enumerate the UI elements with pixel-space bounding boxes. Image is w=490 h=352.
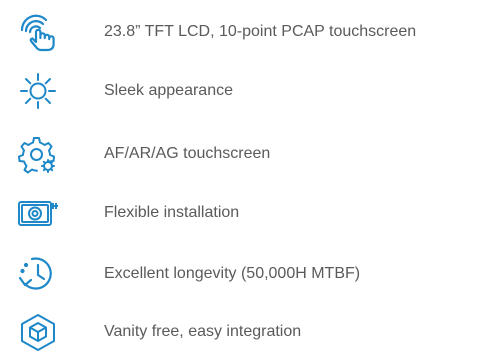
clock-refresh-icon (16, 254, 60, 294)
cube-box-icon (16, 312, 60, 352)
feature-text: Flexible installation (104, 204, 240, 221)
feature-item-integration: Vanity free, easy integration (0, 312, 490, 352)
feature-item-appearance: Sleek appearance (0, 71, 490, 111)
feature-list: 23.8” TFT LCD, 10-point PCAP touchscreen… (0, 0, 490, 351)
feature-text: Excellent longevity (50,000H MTBF) (104, 265, 361, 282)
feature-text: 23.8” TFT LCD, 10-point PCAP touchscreen (104, 23, 417, 40)
feature-text: Vanity free, easy integration (104, 323, 302, 340)
feature-text: AF/AR/AG touchscreen (104, 145, 271, 162)
touch-gesture-icon (16, 12, 60, 52)
sun-brightness-icon (16, 71, 60, 111)
feature-item-longevity: Excellent longevity (50,000H MTBF) (0, 254, 490, 294)
feature-text: Sleek appearance (104, 82, 233, 99)
feature-item-installation: Flexible installation (0, 193, 490, 233)
feature-item-coating: AF/AR/AG touchscreen (0, 134, 490, 174)
feature-item-touchscreen: 23.8” TFT LCD, 10-point PCAP touchscreen (0, 12, 490, 52)
gear-settings-icon (16, 134, 60, 174)
hard-drive-icon (16, 193, 60, 233)
